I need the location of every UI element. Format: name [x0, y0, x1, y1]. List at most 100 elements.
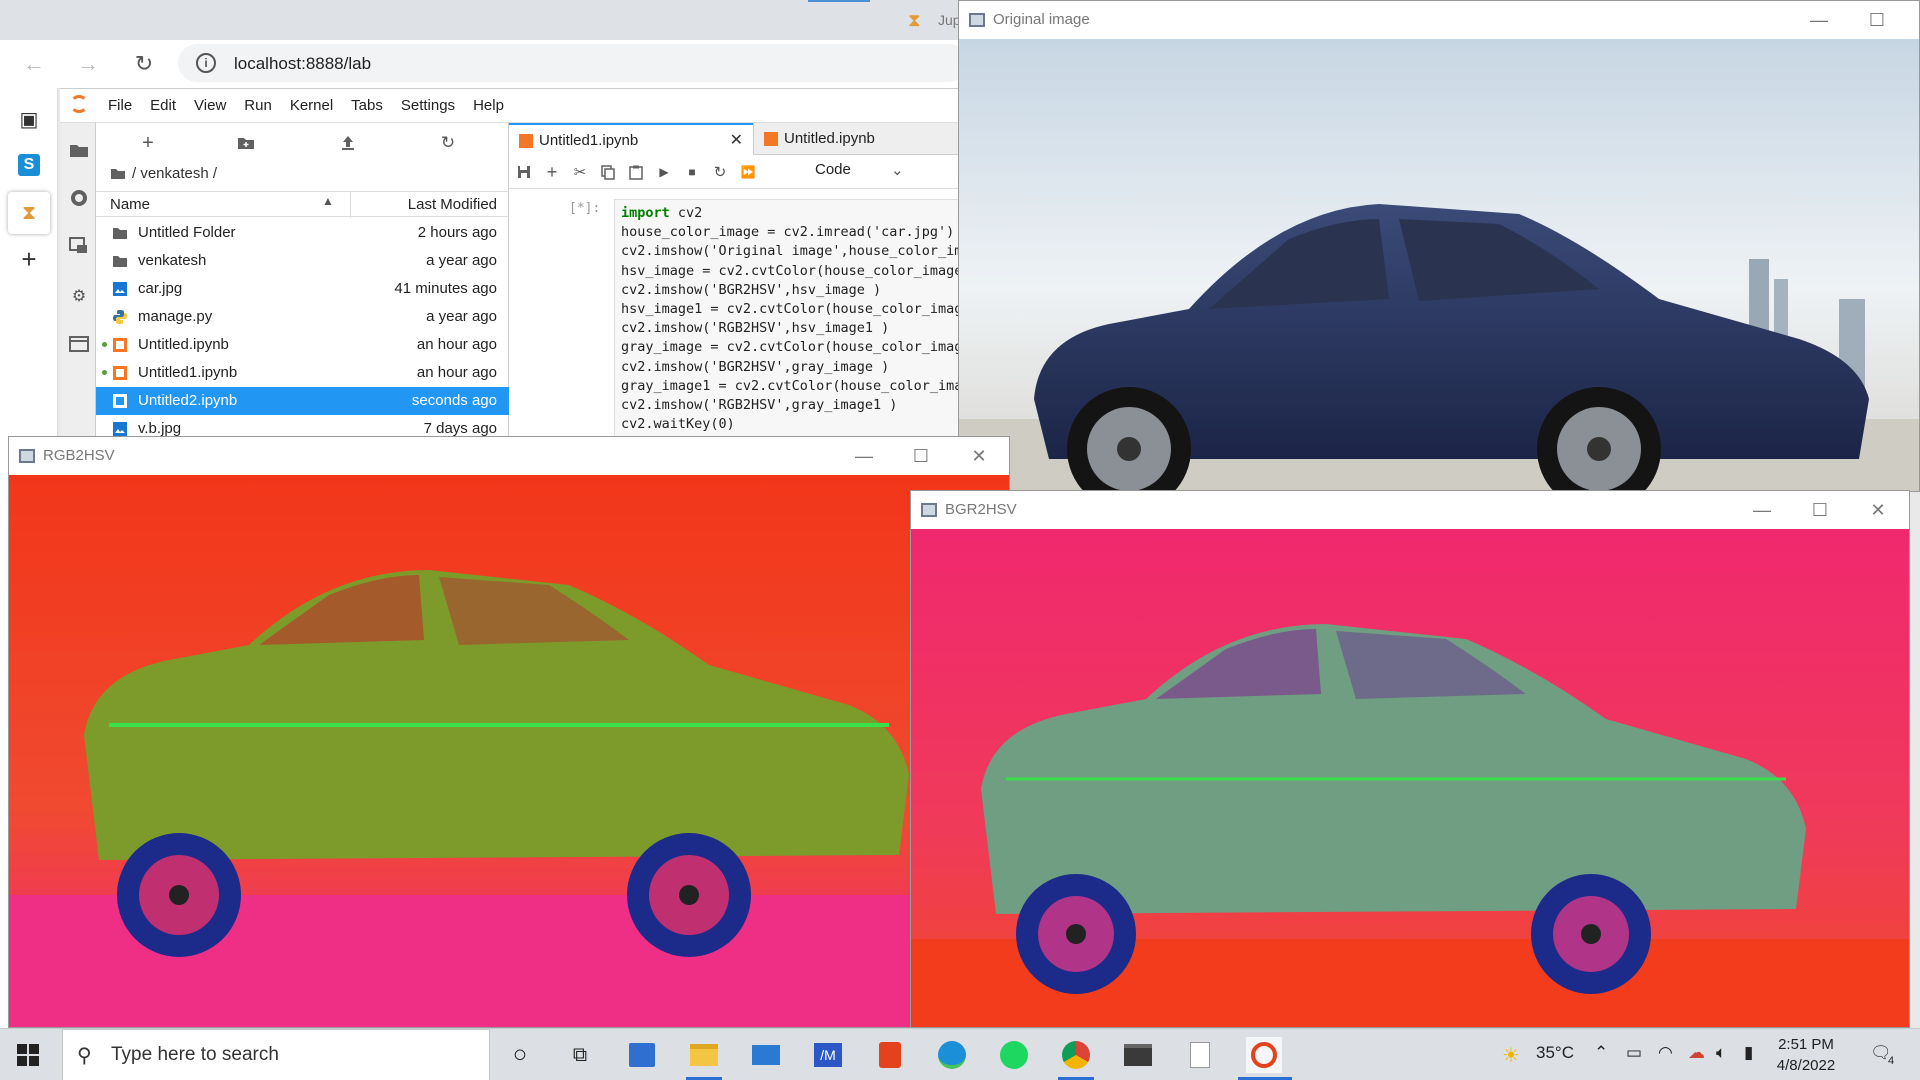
tab-untitled[interactable]: Untitled.ipynb — [753, 123, 960, 155]
menu-file[interactable]: File — [108, 97, 132, 114]
clock-time: 2:51 PM — [1778, 1036, 1834, 1053]
back-arrow-icon[interactable]: ← — [18, 48, 50, 80]
menu-kernel[interactable]: Kernel — [290, 97, 333, 114]
restart-icon[interactable]: ↻ — [709, 161, 731, 183]
window-app-icon — [969, 13, 985, 27]
tab-accent-bar — [808, 0, 870, 2]
window-titlebar[interactable]: BGR2HSV — ☐ ✕ — [911, 491, 1909, 529]
system-clock[interactable]: 2:51 PM 4/8/2022 — [1756, 1034, 1856, 1076]
original-image-canvas — [959, 39, 1919, 491]
menu-help[interactable]: Help — [473, 97, 504, 114]
cell-type-dropdown[interactable]: Code ⌄ — [815, 161, 905, 179]
meet-now-icon[interactable]: ▭ — [1626, 1043, 1642, 1063]
file-row-car-jpg[interactable]: car.jpg 41 minutes ago — [96, 275, 509, 303]
url-text[interactable]: localhost:8888/lab — [234, 54, 371, 74]
restart-run-all-icon[interactable]: ⏩ — [737, 161, 759, 183]
blank-document-icon[interactable] — [1182, 1037, 1218, 1073]
menu-settings[interactable]: Settings — [401, 97, 455, 114]
settings-gear-icon[interactable]: ⚙ — [66, 283, 92, 309]
insert-cell-icon[interactable]: + — [541, 161, 563, 183]
folder-icon[interactable] — [66, 137, 92, 163]
info-icon[interactable]: i — [196, 53, 216, 73]
file-row-untitled-ipynb[interactable]: Untitled.ipynb an hour ago — [96, 331, 509, 359]
commands-icon[interactable] — [66, 233, 92, 259]
folder-icon — [113, 228, 127, 239]
home-folder-icon[interactable] — [110, 167, 126, 184]
breadcrumb-path[interactable]: / venkatesh / — [132, 165, 217, 182]
minimize-icon[interactable]: — — [849, 443, 879, 469]
battery-icon[interactable]: ▮ — [1744, 1043, 1753, 1063]
notebook-toolbar: + ✂ ▶ ■ ↻ ⏩ Code ⌄ — [509, 155, 960, 189]
task-view-icon[interactable]: ⧉ — [562, 1037, 598, 1073]
sort-ascending-icon[interactable]: ▲ — [322, 194, 334, 208]
column-last-modified[interactable]: Last Modified — [408, 196, 497, 213]
file-row-manage-py[interactable]: manage.py a year ago — [96, 303, 509, 331]
paste-icon[interactable] — [625, 161, 647, 183]
upload-icon[interactable] — [336, 131, 360, 155]
cortana-icon[interactable]: ○ — [502, 1037, 538, 1073]
python-app-icon[interactable] — [1246, 1037, 1282, 1073]
jupyter-hourglass-icon[interactable]: ⧗ — [8, 192, 50, 234]
weather-temperature[interactable]: 35°C — [1536, 1043, 1574, 1063]
file-explorer-icon[interactable] — [686, 1037, 722, 1073]
stop-icon[interactable]: ■ — [681, 161, 703, 183]
file-modified: seconds ago — [411, 392, 497, 409]
tabs-panel-icon[interactable] — [66, 331, 92, 357]
column-name[interactable]: Name — [110, 196, 150, 213]
run-icon[interactable]: ▶ — [653, 161, 675, 183]
tab-untitled1[interactable]: Untitled1.ipynb ✕ — [509, 123, 753, 155]
onedrive-icon[interactable]: ☁ — [1688, 1043, 1705, 1063]
wifi-icon[interactable]: ◠ — [1658, 1043, 1673, 1063]
minimize-icon[interactable]: — — [1804, 7, 1834, 33]
code-line: cv2.imshow('BGR2HSV',gray_image ) — [621, 358, 890, 375]
file-row-untitled1-ipynb[interactable]: Untitled1.ipynb an hour ago — [96, 359, 509, 387]
visual-studio-icon[interactable]: /M — [810, 1037, 846, 1073]
close-icon[interactable]: ✕ — [730, 125, 743, 157]
file-row-untitled2-ipynb[interactable]: Untitled2.ipynb seconds ago — [96, 387, 509, 415]
s-app-icon[interactable]: S — [14, 150, 44, 180]
volume-icon[interactable]: 🔈︎ — [1716, 1043, 1726, 1063]
copy-icon[interactable] — [597, 161, 619, 183]
spotify-icon[interactable] — [996, 1037, 1032, 1073]
maximize-icon[interactable]: ☐ — [906, 443, 936, 469]
forward-arrow-icon[interactable]: → — [72, 48, 104, 80]
close-icon[interactable]: ✕ — [964, 443, 994, 469]
edge-icon[interactable] — [934, 1037, 970, 1073]
menu-tabs[interactable]: Tabs — [351, 97, 383, 114]
terminal-icon[interactable] — [1120, 1037, 1156, 1073]
cut-icon[interactable]: ✂ — [569, 161, 591, 183]
chrome-icon[interactable] — [1058, 1037, 1094, 1073]
notification-count: 4 — [1888, 1055, 1895, 1067]
window-titlebar[interactable]: Original image — ☐ — [959, 1, 1919, 39]
new-folder-icon[interactable] — [234, 131, 258, 155]
bgr2hsv-window: BGR2HSV — ☐ ✕ — [910, 490, 1910, 1028]
menu-edit[interactable]: Edit — [150, 97, 176, 114]
code-editor[interactable]: import cv2 house_color_image = cv2.imrea… — [614, 199, 960, 449]
minimize-icon[interactable]: — — [1747, 497, 1777, 523]
store-icon[interactable] — [624, 1037, 660, 1073]
address-bar[interactable]: i localhost:8888/lab — [178, 44, 968, 82]
window-titlebar[interactable]: RGB2HSV — ☐ ✕ — [9, 437, 1009, 475]
tabs-icon[interactable]: ▣ — [14, 104, 44, 134]
windows-start-icon[interactable] — [8, 1037, 48, 1073]
office-icon[interactable] — [872, 1037, 908, 1073]
weather-sun-icon[interactable]: ☀ — [1502, 1043, 1520, 1068]
file-row-untitled-folder[interactable]: Untitled Folder 2 hours ago — [96, 219, 509, 247]
refresh-icon[interactable]: ↻ — [436, 131, 460, 155]
new-launcher-icon[interactable]: + — [136, 131, 160, 155]
chevron-up-icon[interactable]: ⌃ — [1594, 1043, 1608, 1063]
maximize-icon[interactable]: ☐ — [1805, 497, 1835, 523]
maximize-icon[interactable]: ☐ — [1862, 7, 1892, 33]
mail-icon[interactable] — [748, 1037, 784, 1073]
close-icon[interactable]: ✕ — [1863, 497, 1893, 523]
code-cell[interactable]: [*]: import cv2 house_color_image = cv2.… — [509, 199, 960, 449]
running-icon[interactable] — [66, 185, 92, 211]
menu-view[interactable]: View — [194, 97, 226, 114]
reload-icon[interactable]: ↻ — [128, 48, 160, 80]
file-row-venkatesh[interactable]: venkatesh a year ago — [96, 247, 509, 275]
save-icon[interactable] — [513, 161, 535, 183]
taskbar-search-box[interactable]: ⚲ Type here to search — [62, 1029, 490, 1080]
rgb2hsv-image-canvas — [9, 475, 1009, 1027]
add-icon[interactable]: + — [14, 244, 44, 274]
menu-run[interactable]: Run — [244, 97, 272, 114]
